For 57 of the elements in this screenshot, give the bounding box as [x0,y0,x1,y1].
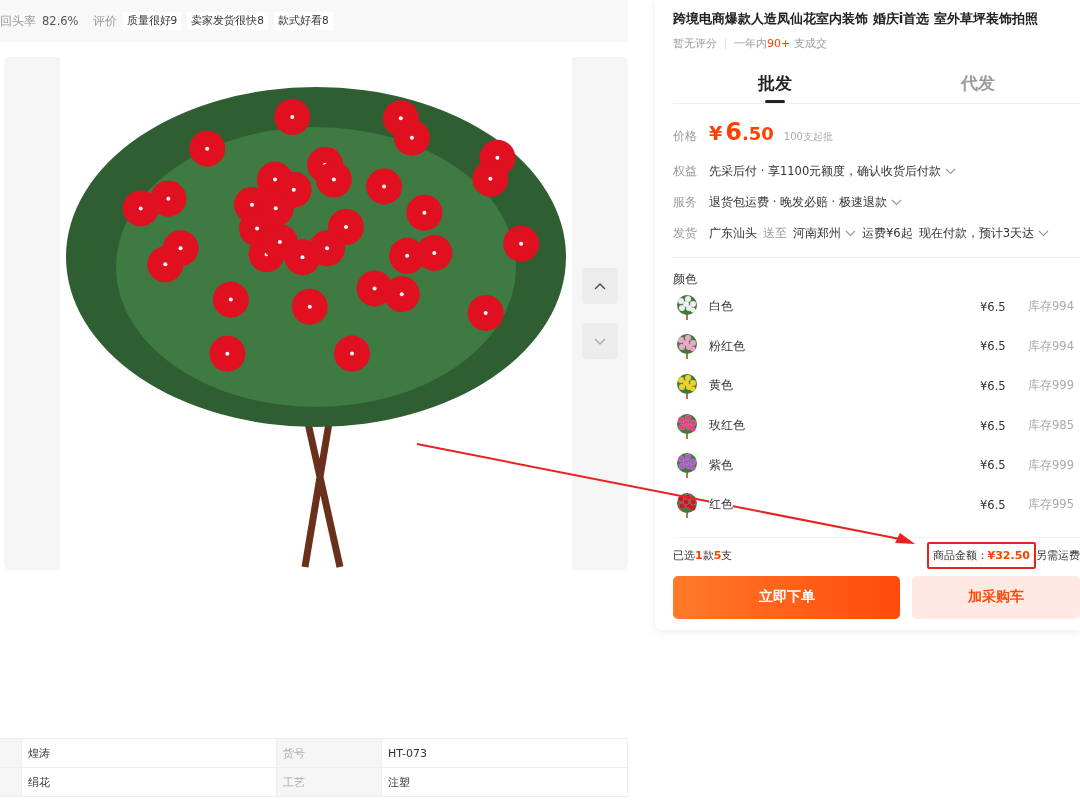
info-label: 服务 [673,195,698,210]
selection-summary: 已选1款5支 [673,548,734,564]
info-text: 广东汕头 [709,226,757,241]
info-text: 运费¥6起 [862,226,913,241]
repurchase-rate: 82.6% [42,14,79,28]
scroll-down-button[interactable] [582,323,618,359]
info-dropdown[interactable]: 退货包运费 · 晚发必赔 · 极速退款 [709,195,887,210]
color-option-name[interactable]: 黄色 [709,378,733,394]
option-price: ¥6.5 [980,339,1007,354]
color-option-name[interactable]: 粉红色 [709,338,745,354]
info-label: 权益 [673,164,698,179]
minimum-order: 100支起批 [783,130,833,144]
info-dropdown[interactable]: 先采后付 · 享1100元额度，确认收货后付款 [709,164,942,179]
option-stock: 库存985 [1028,418,1075,434]
tab[interactable]: 批发 [673,63,877,103]
spec-value: 注塑 [382,768,628,796]
product-title: 跨境电商爆款人造凤仙花室内装饰 婚庆i首选 室外草坪装饰拍照 [673,10,1039,28]
unit-price: ¥6.50 [709,118,774,146]
review-tag: 款式好看8 [273,12,333,30]
option-stock: 库存999 [1028,457,1075,473]
chevron-down-icon [1037,230,1049,237]
spec-label: 工艺 [277,768,382,796]
spec-label: 货号 [277,739,382,767]
spec-value: HT-073 [382,739,628,767]
option-price: ¥6.5 [980,458,1007,473]
scroll-up-button[interactable] [582,268,618,304]
option-price: ¥6.5 [980,418,1007,433]
info-label: 发货 [673,226,698,241]
option-price: ¥6.5 [980,497,1007,512]
rating-text: 暂无评分 [673,36,717,51]
option-price: ¥6.5 [980,379,1007,393]
info-dropdown[interactable]: 河南郑州 [793,226,841,241]
chevron-down-icon [594,337,606,345]
review-tag: 质量很好9 [122,12,182,30]
chevron-up-icon [594,282,606,290]
repurchase-label: 回头率 [0,13,36,29]
product-amount: 商品金额：¥32.50 [926,542,1036,570]
reviews-label: 评价 [92,13,117,29]
chevron-down-icon [945,168,957,175]
option-stock: 库存999 [1028,378,1075,394]
color-label: 颜色 [673,272,698,287]
color-option-name[interactable]: 红色 [709,497,733,513]
price-label: 价格 [673,129,698,144]
review-tag: 卖家发货很快8 [187,12,268,30]
info-text: 送至 [763,226,787,241]
chevron-down-icon [890,199,902,206]
option-stock: 库存994 [1028,338,1075,354]
sales-text: 一年内90+ 支成交 [734,36,827,51]
info-dropdown[interactable]: 现在付款，预计3天达 [918,226,1034,241]
shipping-note: 另需运费 [1036,548,1080,564]
color-option-name[interactable]: 紫色 [709,457,733,473]
option-stock: 库存994 [1028,299,1075,315]
option-price: ¥6.5 [980,299,1007,314]
option-stock: 库存995 [1028,497,1075,513]
chevron-down-icon [845,230,856,237]
color-option-name[interactable]: 玫红色 [709,418,745,434]
color-option-name[interactable]: 白色 [709,299,733,315]
